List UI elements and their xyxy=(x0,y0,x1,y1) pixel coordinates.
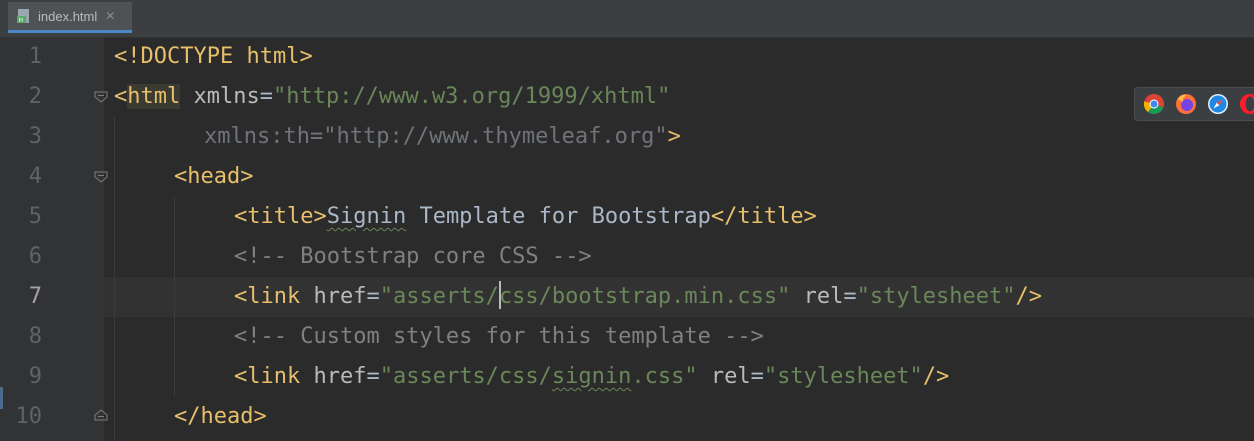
line-number: 6 xyxy=(28,244,42,269)
spell-warning: Signin xyxy=(326,204,407,229)
opera-icon[interactable] xyxy=(1239,93,1254,115)
line-number: 10 xyxy=(15,404,43,429)
chrome-icon[interactable] xyxy=(1143,93,1165,115)
close-icon[interactable]: ✕ xyxy=(105,9,115,23)
code-line-8[interactable]: <!-- Custom styles for this template --> xyxy=(234,317,764,357)
code-line-7[interactable]: <link href="asserts/css/bootstrap.min.cs… xyxy=(234,277,1042,317)
code-line-10[interactable]: </head> xyxy=(174,397,267,437)
code-line-2[interactable]: <html xmlns="http://www.w3.org/1999/xhtm… xyxy=(114,77,670,117)
fold-close-icon[interactable] xyxy=(94,409,108,421)
code-line-1[interactable]: <!DOCTYPE html> xyxy=(114,37,313,77)
line-number: 9 xyxy=(28,364,42,389)
editor-tab-bar: H index.html ✕ xyxy=(0,0,1254,38)
code-line-4[interactable]: <head> xyxy=(174,157,253,197)
code-line-3[interactable]: xmlns:th="http://www.thymeleaf.org"> xyxy=(204,117,681,157)
indent-guide xyxy=(114,117,115,441)
line-number: 4 xyxy=(28,164,42,189)
code-line-6[interactable]: <!-- Bootstrap core CSS --> xyxy=(234,237,592,277)
code-editor[interactable]: 1 2 3 4 5 6 7 8 9 10 <!DOCTYPE html> <ht… xyxy=(0,37,1254,441)
indent-guide xyxy=(174,197,175,397)
line-number-current: 7 xyxy=(28,284,42,309)
safari-icon[interactable] xyxy=(1207,93,1229,115)
line-number: 1 xyxy=(28,44,42,69)
fold-open-icon[interactable] xyxy=(94,171,108,183)
line-number: 3 xyxy=(28,124,42,149)
code-line-5[interactable]: <title>Signin Template for Bootstrap</ti… xyxy=(234,197,817,237)
tab-label: index.html xyxy=(38,8,98,24)
fold-open-icon[interactable] xyxy=(94,91,108,103)
spell-warning: signin xyxy=(551,364,632,389)
browser-preview-popup xyxy=(1134,87,1254,121)
code-line-9[interactable]: <link href="asserts/css/signin.css" rel=… xyxy=(234,357,949,397)
svg-text:H: H xyxy=(19,17,24,24)
line-number: 5 xyxy=(28,204,42,229)
line-number: 2 xyxy=(28,84,42,109)
matched-tag-html: html xyxy=(127,84,181,109)
html-file-icon: H xyxy=(17,9,29,24)
tab-index-html[interactable]: H index.html ✕ xyxy=(8,2,132,33)
line-number: 8 xyxy=(28,324,42,349)
text-caret xyxy=(498,281,501,309)
firefox-icon[interactable] xyxy=(1175,93,1197,115)
